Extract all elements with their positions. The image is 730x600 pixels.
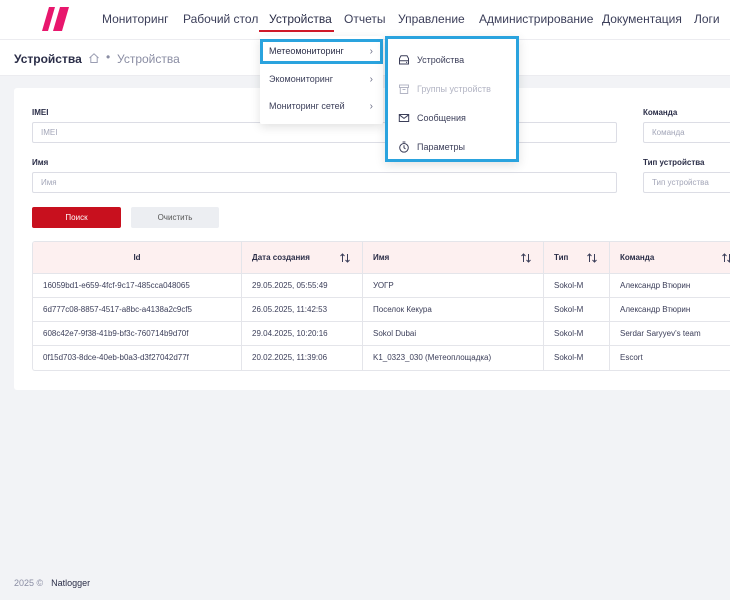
nav-management[interactable]: Управление	[398, 12, 465, 26]
chevron-right-icon: ›	[369, 46, 373, 57]
menu-item-label: Экомониторинг	[269, 74, 334, 84]
table-row[interactable]: 16059bd1-e659-4fcf-9c17-485cca048065 29.…	[33, 274, 730, 298]
mail-icon	[398, 114, 410, 122]
cell-name: Поселок Кекура	[363, 298, 544, 322]
search-button[interactable]: Поиск	[32, 207, 121, 228]
cell-team: Александр Втюрин	[620, 305, 691, 314]
column-id-label: Id	[133, 253, 141, 262]
submenu-item-messages[interactable]: Сообщения	[388, 104, 516, 133]
column-type-label: Тип	[554, 253, 569, 262]
column-type[interactable]: Тип	[544, 242, 610, 274]
nav-reports[interactable]: Отчеты	[344, 12, 385, 26]
active-nav-underline	[259, 30, 334, 32]
name-label: Имя	[32, 158, 49, 167]
clear-button[interactable]: Очистить	[131, 207, 219, 228]
stopwatch-icon	[399, 141, 409, 153]
imei-label: IMEI	[32, 108, 49, 117]
cell-created: 26.05.2025, 11:42:53	[242, 298, 363, 322]
cell-id: 6d777c08-8857-4517-a8bc-a4138a2c9cf5	[33, 298, 242, 322]
footer-brand[interactable]: Natlogger	[51, 578, 90, 588]
cell-created: 20.02.2025, 11:39:06	[242, 346, 363, 370]
cell-type: Sokol-M	[544, 322, 610, 346]
cell-type: Sokol-M	[544, 274, 610, 298]
menu-item-ecomonitoring[interactable]: Экомониторинг ›	[260, 67, 383, 92]
table-row[interactable]: 6d777c08-8857-4517-a8bc-a4138a2c9cf5 26.…	[33, 298, 730, 322]
cell-name: Sokol Dubai	[363, 322, 544, 346]
submenu-item-parameters[interactable]: Параметры	[388, 133, 516, 162]
sort-icon[interactable]	[586, 252, 598, 264]
chevron-right-icon: ›	[369, 74, 373, 85]
page-title: Устройства	[14, 52, 82, 66]
cell-created: 29.04.2025, 10:20:16	[242, 322, 363, 346]
breadcrumb-current[interactable]: Устройства	[117, 52, 180, 66]
logo-icon[interactable]	[36, 6, 72, 32]
cell-name: УОГР	[363, 274, 544, 298]
cell-type: Sokol-M	[544, 298, 610, 322]
cell-id: 16059bd1-e659-4fcf-9c17-485cca048065	[33, 274, 242, 298]
table-header: Id Дата создания Имя Тип Команда	[33, 242, 730, 274]
devices-dropdown: Метеомониторинг › Экомониторинг › Монито…	[260, 36, 383, 124]
footer-year: 2025 ©	[14, 578, 44, 588]
home-icon[interactable]	[88, 52, 100, 64]
name-input[interactable]	[32, 172, 617, 193]
cell-team: Escort	[620, 353, 643, 362]
devices-card: IMEI Команда Имя Тип устройства Поиск Оч…	[14, 88, 730, 390]
devices-table: Id Дата создания Имя Тип Команда 16059bd…	[32, 241, 730, 371]
column-id: Id	[33, 242, 242, 274]
submenu-item-label: Группы устройств	[417, 84, 491, 94]
column-name-label: Имя	[373, 253, 390, 262]
menu-item-label: Мониторинг сетей	[269, 101, 345, 111]
sort-icon[interactable]	[721, 252, 730, 264]
cell-team: Serdar Saryyev's team	[620, 329, 701, 338]
cell-created: 29.05.2025, 05:55:49	[242, 274, 363, 298]
submenu-item-label: Устройства	[417, 55, 465, 65]
breadcrumb-separator: •	[106, 50, 111, 64]
cell-name: K1_0323_030 (Метеоплощадка)	[363, 346, 544, 370]
submenu-item-device-groups: Группы устройств	[388, 75, 516, 104]
device-type-input[interactable]	[643, 172, 730, 193]
nav-administration[interactable]: Администрирование	[479, 12, 593, 26]
table-row[interactable]: 0f15d703-8dce-40eb-b0a3-d3f27042d77f 20.…	[33, 346, 730, 370]
box-icon	[399, 84, 409, 94]
table-row[interactable]: 608c42e7-9f38-41b9-bf3c-760714b9d70f 29.…	[33, 322, 730, 346]
nav-monitoring[interactable]: Мониторинг	[102, 12, 169, 26]
column-created-label: Дата создания	[252, 253, 310, 262]
cell-id: 0f15d703-8dce-40eb-b0a3-d3f27042d77f	[33, 346, 242, 370]
nav-devices[interactable]: Устройства	[269, 12, 332, 26]
nav-logs[interactable]: Логи	[694, 12, 720, 26]
cell-type: Sokol-M	[544, 346, 610, 370]
menu-item-label: Метеомониторинг	[269, 46, 344, 56]
team-input[interactable]	[643, 122, 730, 143]
team-label: Команда	[643, 108, 678, 117]
submenu-item-label: Сообщения	[417, 113, 466, 123]
column-created[interactable]: Дата создания	[242, 242, 363, 274]
menu-item-meteomonitoring[interactable]: Метеомониторинг ›	[260, 39, 383, 64]
cell-id: 608c42e7-9f38-41b9-bf3c-760714b9d70f	[33, 322, 242, 346]
meteo-submenu: Устройства Группы устройств Сообщения Па…	[385, 36, 519, 162]
submenu-item-devices[interactable]: Устройства	[388, 46, 516, 75]
sort-icon[interactable]	[339, 252, 351, 264]
device-icon	[399, 55, 409, 65]
cell-team: Александр Втюрин	[620, 281, 691, 290]
footer: 2025 © Natlogger	[14, 578, 90, 588]
device-type-label: Тип устройства	[643, 158, 705, 167]
column-team[interactable]: Команда	[610, 242, 730, 274]
nav-documentation[interactable]: Документация	[602, 12, 682, 26]
sort-icon[interactable]	[520, 252, 532, 264]
column-name[interactable]: Имя	[363, 242, 544, 274]
chevron-right-icon: ›	[369, 101, 373, 112]
nav-dashboard[interactable]: Рабочий стол	[183, 12, 258, 26]
menu-item-network-monitoring[interactable]: Мониторинг сетей ›	[260, 94, 383, 119]
submenu-item-label: Параметры	[417, 142, 465, 152]
column-team-label: Команда	[620, 253, 655, 262]
imei-input[interactable]	[32, 122, 617, 143]
top-navbar: Мониторинг Рабочий стол Устройства Отчет…	[0, 0, 730, 40]
